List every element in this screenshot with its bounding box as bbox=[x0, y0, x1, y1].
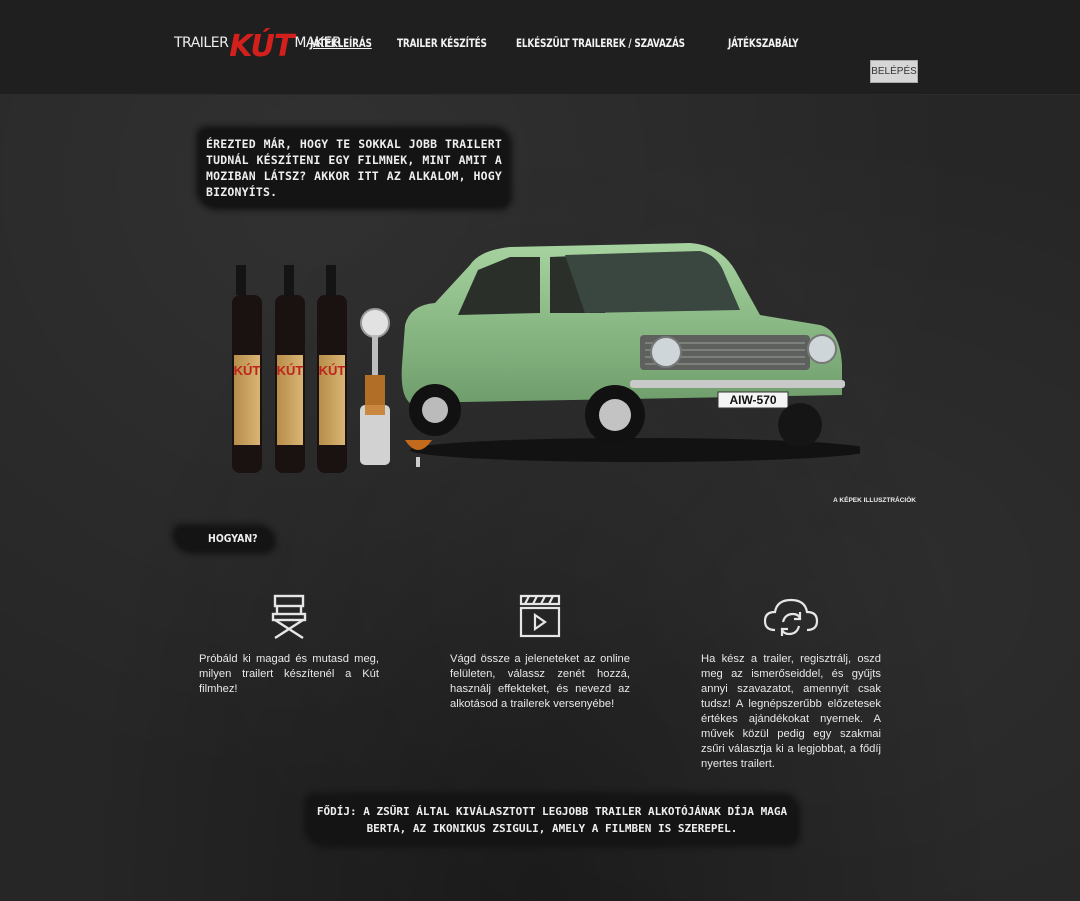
prize-text: FŐDÍJ: A ZSŰRI ÁLTAL KIVÁLASZTOTT LEGJOB… bbox=[316, 805, 788, 835]
nav-item-trailer-keszites[interactable]: TRAILER KÉSZÍTÉS bbox=[397, 36, 487, 50]
footer-edge bbox=[0, 890, 1080, 901]
logo-word-trailer: TRAILER bbox=[174, 35, 229, 51]
nav-item-elkeszult-trailerek[interactable]: ELKÉSZÜLT TRAILEREK / SZAVAZÁS bbox=[516, 36, 685, 50]
step-3-text: Ha kész a trailer, regisztrálj, oszd meg… bbox=[701, 653, 881, 770]
product-illustration: AIW-570 KÚT KÚT KÚT bbox=[220, 235, 870, 485]
bottle-3: KÚT bbox=[317, 265, 347, 473]
prize-banner: FŐDÍJ: A ZSŰRI ÁLTAL KIVÁLASZTOTT LEGJOB… bbox=[308, 797, 796, 843]
step-1: Próbáld ki magad és mutasd meg, milyen t… bbox=[199, 592, 379, 697]
step-2-text: Vágd össze a jeleneteket az online felül… bbox=[450, 653, 630, 710]
image-caption: A KÉPEK ILLUSZTRÁCIÓK bbox=[833, 497, 916, 504]
login-button[interactable]: BELÉPÉS bbox=[870, 60, 918, 83]
cloud-sync-icon bbox=[701, 592, 881, 642]
step-3: Ha kész a trailer, regisztrálj, oszd meg… bbox=[701, 592, 881, 772]
nav-item-jatekszabaly[interactable]: JÁTÉKSZABÁLY bbox=[728, 36, 799, 50]
main-nav: JÁTÉKLEÍRÁS TRAILER KÉSZÍTÉS ELKÉSZÜLT T… bbox=[310, 36, 810, 50]
intro-text: ÉREZTED MÁR, HOGY TE SOKKAL JOBB TRAILER… bbox=[206, 137, 502, 199]
site-header: TRAILER KÚT MAKER JÁTÉKLEÍRÁS TRAILER KÉ… bbox=[0, 0, 1080, 95]
bottle-3-brand: KÚT bbox=[319, 363, 346, 378]
intro-banner: ÉREZTED MÁR, HOGY TE SOKKAL JOBB TRAILER… bbox=[200, 130, 508, 206]
product-image: AIW-570 KÚT KÚT KÚT bbox=[232, 243, 870, 473]
step-1-text: Próbáld ki magad és mutasd meg, milyen t… bbox=[199, 653, 379, 695]
bottle-2: KÚT bbox=[275, 265, 305, 473]
clapperboard-play-icon bbox=[450, 592, 630, 642]
bottle-1: KÚT bbox=[232, 265, 262, 473]
directors-chair-icon bbox=[199, 592, 379, 642]
bottle-2-brand: KÚT bbox=[277, 363, 304, 378]
section-title-how: HOGYAN? bbox=[176, 528, 272, 550]
step-2: Vágd össze a jeleneteket az online felül… bbox=[450, 592, 630, 712]
license-plate: AIW-570 bbox=[729, 393, 776, 407]
bottle-1-brand: KÚT bbox=[234, 363, 261, 378]
section-title-how-label: HOGYAN? bbox=[208, 532, 258, 545]
nav-item-jateleiras[interactable]: JÁTÉKLEÍRÁS bbox=[310, 36, 372, 50]
car-zsiguli: AIW-570 bbox=[401, 243, 845, 447]
logo-word-kut: KÚT bbox=[229, 29, 294, 64]
